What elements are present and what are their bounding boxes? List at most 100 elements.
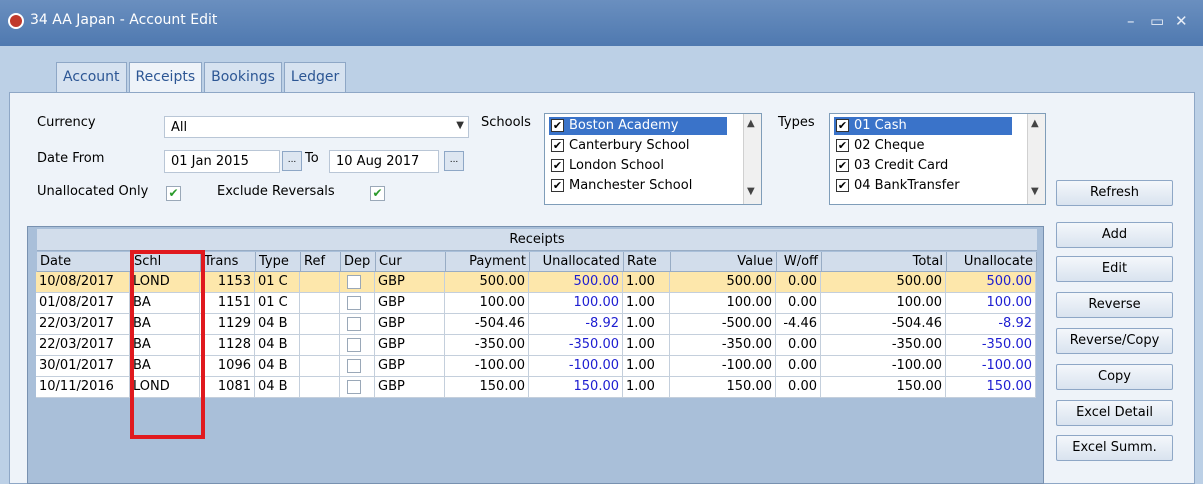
chevron-down-icon[interactable]: ▼ xyxy=(747,186,755,197)
type-item[interactable]: ✔ 02 Cheque xyxy=(834,137,1012,155)
cell-unallocate: -8.92 xyxy=(946,314,1036,334)
cell-dep xyxy=(340,356,375,376)
cell-value: -500.00 xyxy=(670,314,776,334)
chevron-down-icon[interactable]: ▼ xyxy=(1031,186,1039,197)
cell-total: 100.00 xyxy=(821,293,946,313)
col-header-cur[interactable]: Cur xyxy=(376,252,446,272)
date-to-field[interactable]: 10 Aug 2017 xyxy=(329,150,439,173)
tab-bookings[interactable]: Bookings xyxy=(204,62,282,92)
cell-dep xyxy=(340,314,375,334)
cell-payment: -504.46 xyxy=(445,314,529,334)
cell-cur: GBP xyxy=(375,314,445,334)
cell-unallocated: 150.00 xyxy=(529,377,623,397)
cell-payment: 100.00 xyxy=(445,293,529,313)
col-header-date[interactable]: Date xyxy=(37,252,131,272)
cell-ref xyxy=(300,272,340,292)
school-item[interactable]: ✔ Manchester School xyxy=(549,177,727,195)
dep-checkbox[interactable] xyxy=(347,338,361,352)
add-button[interactable]: Add xyxy=(1056,222,1173,248)
dep-checkbox[interactable] xyxy=(347,359,361,373)
app-icon xyxy=(8,13,24,29)
tab-ledger[interactable]: Ledger xyxy=(283,62,347,92)
cell-cur: GBP xyxy=(375,377,445,397)
date-from-picker-button[interactable]: ... xyxy=(282,151,302,171)
cell-value: 150.00 xyxy=(670,377,776,397)
dep-checkbox[interactable] xyxy=(347,380,361,394)
col-header-trans[interactable]: Trans xyxy=(201,252,256,272)
date-from-field[interactable]: 01 Jan 2015 xyxy=(164,150,280,173)
currency-select[interactable]: All ▼ xyxy=(164,116,469,138)
col-header-type[interactable]: Type xyxy=(256,252,301,272)
unallocated-only-label: Unallocated Only xyxy=(37,184,149,199)
cell-total: -350.00 xyxy=(821,335,946,355)
schools-scrollbar[interactable]: ▲ ▼ xyxy=(743,114,761,204)
types-scrollbar[interactable]: ▲ ▼ xyxy=(1027,114,1045,204)
cell-cur: GBP xyxy=(375,335,445,355)
tab-account[interactable]: Account xyxy=(56,62,127,92)
col-header-unallocate[interactable]: Unallocate xyxy=(947,252,1037,272)
schools-list[interactable]: ✔ Boston Academy ✔ Canterbury School ✔ Lond… xyxy=(544,113,762,205)
cell-type: 01 C xyxy=(255,293,300,313)
cell-cur: GBP xyxy=(375,356,445,376)
cell-unallocate: 500.00 xyxy=(946,272,1036,292)
school-item[interactable]: ✔ Boston Academy xyxy=(549,117,727,135)
cell-total: -504.46 xyxy=(821,314,946,334)
dep-checkbox[interactable] xyxy=(347,296,361,310)
minimize-button[interactable]: – xyxy=(1127,12,1135,30)
unallocated-only-checkbox[interactable]: ✔ xyxy=(166,186,181,201)
cell-trans: 1153 xyxy=(200,272,255,292)
cell-rate: 1.00 xyxy=(623,272,670,292)
col-header-ref[interactable]: Ref xyxy=(301,252,341,272)
type-item[interactable]: ✔ 03 Credit Card xyxy=(834,157,1012,175)
col-header-unallocated[interactable]: Unallocated xyxy=(530,252,624,272)
col-header-woff[interactable]: W/off xyxy=(777,252,822,272)
col-header-dep[interactable]: Dep xyxy=(341,252,376,272)
exclude-reversals-checkbox[interactable]: ✔ xyxy=(370,186,385,201)
copy-button[interactable]: Copy xyxy=(1056,364,1173,390)
cell-type: 01 C xyxy=(255,272,300,292)
cell-type: 04 B xyxy=(255,314,300,334)
school-item[interactable]: ✔ Canterbury School xyxy=(549,137,727,155)
cell-cur: GBP xyxy=(375,272,445,292)
tab-receipts[interactable]: Receipts xyxy=(128,62,203,94)
cell-date: 10/08/2017 xyxy=(36,272,130,292)
col-header-rate[interactable]: Rate xyxy=(624,252,671,272)
cell-value: 100.00 xyxy=(670,293,776,313)
cell-woff: 0.00 xyxy=(776,356,821,376)
reverse-button[interactable]: Reverse xyxy=(1056,292,1173,318)
chevron-up-icon[interactable]: ▲ xyxy=(747,118,755,129)
cell-payment: 150.00 xyxy=(445,377,529,397)
types-list[interactable]: ✔ 01 Cash ✔ 02 Cheque ✔ 03 Credit Card ✔ 04 … xyxy=(829,113,1046,205)
cell-woff: -4.46 xyxy=(776,314,821,334)
school-item[interactable]: ✔ London School xyxy=(549,157,727,175)
cell-ref xyxy=(300,314,340,334)
cell-value: -350.00 xyxy=(670,335,776,355)
dep-checkbox[interactable] xyxy=(347,275,361,289)
cell-rate: 1.00 xyxy=(623,335,670,355)
excel-summ-button[interactable]: Excel Summ. xyxy=(1056,435,1173,461)
chevron-up-icon[interactable]: ▲ xyxy=(1031,118,1039,129)
col-header-payment[interactable]: Payment xyxy=(446,252,530,272)
edit-button[interactable]: Edit xyxy=(1056,256,1173,282)
type-item[interactable]: ✔ 04 BankTransfer xyxy=(834,177,1012,195)
col-header-total[interactable]: Total xyxy=(822,252,947,272)
excel-detail-button[interactable]: Excel Detail xyxy=(1056,400,1173,426)
cell-value: -100.00 xyxy=(670,356,776,376)
col-header-value[interactable]: Value xyxy=(671,252,777,272)
cell-trans: 1081 xyxy=(200,377,255,397)
type-item[interactable]: ✔ 01 Cash xyxy=(834,117,1012,135)
close-button[interactable]: ✕ xyxy=(1175,12,1188,30)
currency-value: All xyxy=(171,120,188,135)
reverse-copy-button[interactable]: Reverse/Copy xyxy=(1056,328,1173,354)
cell-date: 10/11/2016 xyxy=(36,377,130,397)
maximize-button[interactable]: ▭ xyxy=(1150,12,1164,30)
cell-type: 04 B xyxy=(255,335,300,355)
highlight-box xyxy=(130,250,205,439)
date-to-picker-button[interactable]: ... xyxy=(444,151,464,171)
dep-checkbox[interactable] xyxy=(347,317,361,331)
cell-unallocated: -100.00 xyxy=(529,356,623,376)
cell-rate: 1.00 xyxy=(623,356,670,376)
cell-unallocated: 500.00 xyxy=(529,272,623,292)
refresh-button[interactable]: Refresh xyxy=(1056,180,1173,206)
schools-label: Schools xyxy=(481,115,531,130)
